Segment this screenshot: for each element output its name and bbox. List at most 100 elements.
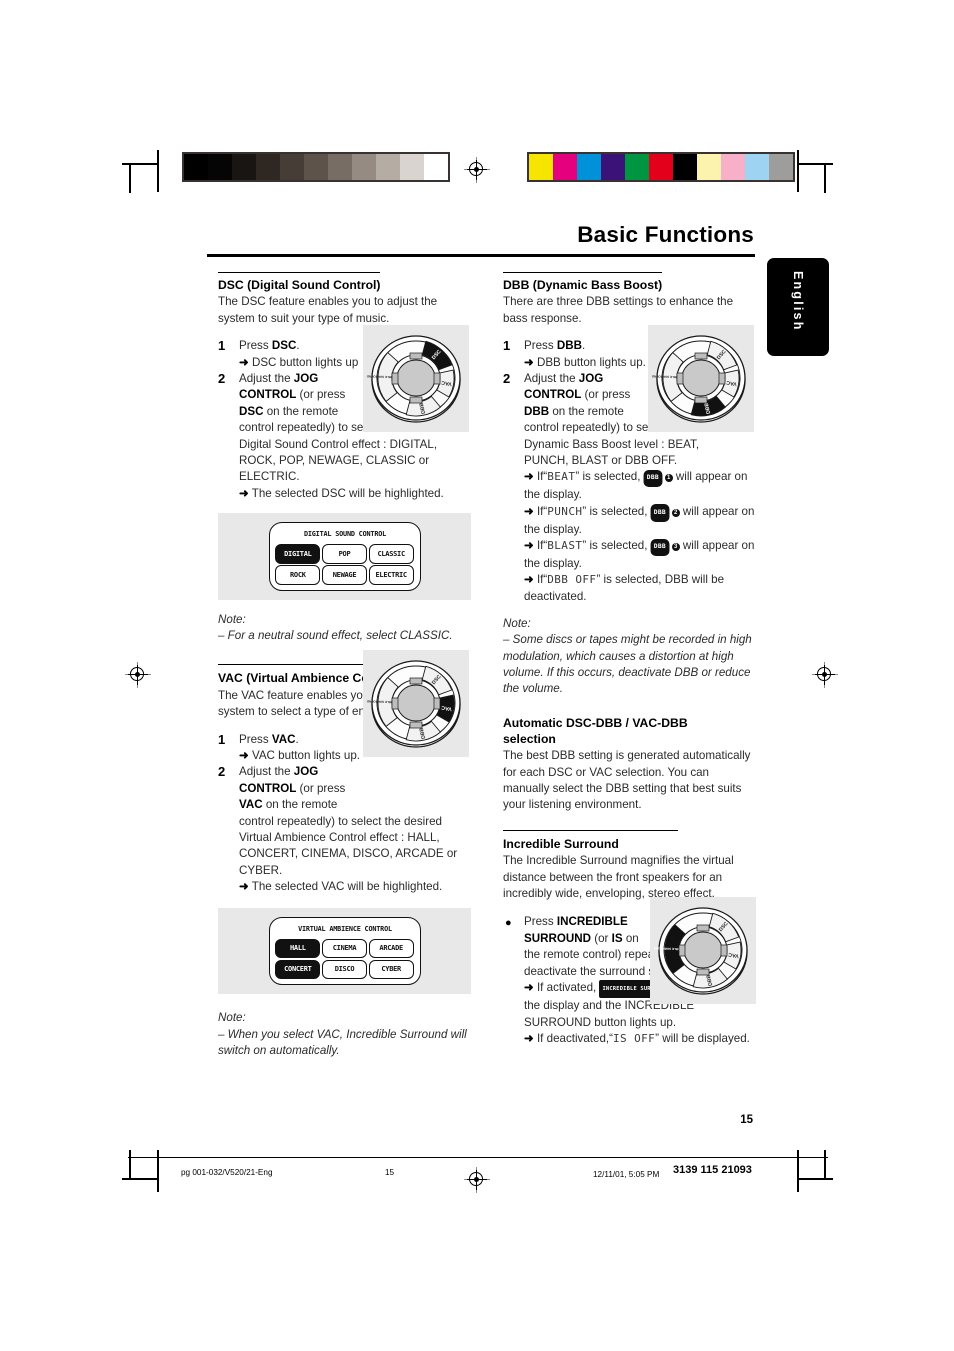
dsc-control-keyword: CONTROL <box>239 388 297 402</box>
footer-filename: pg 001-032/V520/21-Eng <box>181 1168 273 1177</box>
arrow-icon: ➜ <box>524 470 534 484</box>
jog-wheel-graphic: DSCVACDBBINCREDIBLE SURROUND <box>366 660 461 748</box>
dsc-note-text: – For a neutral sound effect, select CLA… <box>218 629 453 643</box>
vac-option-arcade[interactable]: ARCADE <box>368 938 414 958</box>
grayscale-swatch-9 <box>400 154 424 180</box>
surround-result-2-pre: If deactivated,“ <box>536 1032 613 1046</box>
bullet-icon: ● <box>505 917 512 930</box>
dsc-step-1-keyword: DSC <box>271 339 297 353</box>
auto-body: The best DBB setting is generated automa… <box>503 749 751 812</box>
grayscale-swatch-2 <box>232 154 256 180</box>
dbb-result-punch-mid: ” is selected, <box>582 504 651 518</box>
dsc-note-label: Note: <box>218 613 246 626</box>
vac-remote-keyword: VAC <box>239 798 263 812</box>
grayscale-swatch-4 <box>280 154 304 180</box>
arrow-icon: ➜ <box>239 880 249 894</box>
section-dbb: DBB (Dynamic Bass Boost) There are three… <box>503 272 756 605</box>
crop-mark-bottom-left-h <box>122 1178 158 1180</box>
arrow-icon: ➜ <box>239 355 249 369</box>
grayscale-swatch-0 <box>184 154 208 180</box>
surround-keyword-1: INCREDIBLE <box>556 915 628 929</box>
dbb-level-1-icon: 1 <box>664 474 673 483</box>
dbb-step-2-number: 2 <box>503 371 511 387</box>
jog-wheel-graphic: DSCVACDBBINCREDIBLE SURROUND <box>366 335 461 423</box>
dbb-step-2-text-a: Adjust the <box>524 372 579 386</box>
vac-display-row-1: HALL CINEMA ARCADE <box>275 938 415 958</box>
arrow-icon: ➜ <box>524 539 534 553</box>
dsc-display-header: DIGITAL SOUND CONTROL <box>303 529 386 539</box>
grayscale-swatch-5 <box>304 154 328 180</box>
dsc-step-1-text-a: Press <box>239 339 272 353</box>
dbb-level-2-icon: 2 <box>671 508 680 517</box>
dbb-step-1-number: 1 <box>503 338 511 354</box>
page-number: 15 <box>740 1114 753 1126</box>
registration-mark-top <box>464 157 490 183</box>
vac-control-keyword: CONTROL <box>239 781 297 795</box>
dbb-result-punch-lcd: PUNCH <box>547 504 583 518</box>
grayscale-swatch-6 <box>328 154 352 180</box>
surround-keyword-3: IS <box>611 931 623 945</box>
dsc-option-digital[interactable]: DIGITAL <box>275 544 321 564</box>
crop-mark-top-left-v2 <box>157 150 159 192</box>
dsc-note: Note: – For a neutral sound effect, sele… <box>218 612 471 644</box>
dbb-step-1-result: DBB button lights up. <box>536 355 646 369</box>
section-automatic-selection: Automatic DSC-DBB / VAC-DBB selection Th… <box>503 715 756 814</box>
dbb-result-blast-lcd: BLAST <box>547 539 583 553</box>
surround-result-2-lcd: IS OFF <box>613 1032 656 1046</box>
dsc-option-classic[interactable]: CLASSIC <box>368 544 414 564</box>
vac-step-1-keyword: VAC <box>271 732 296 746</box>
dsc-step-2-number: 2 <box>218 371 226 387</box>
dsc-option-pop[interactable]: POP <box>321 544 368 564</box>
footer-timestamp: 12/11/01, 5:05 PM <box>593 1170 660 1179</box>
color-swatch-1 <box>553 154 577 180</box>
surround-result-2-post: ” will be displayed. <box>655 1032 750 1046</box>
crop-mark-top-right-v <box>824 163 826 193</box>
dsc-step-1-text-b: . <box>296 339 300 353</box>
dbb-note-text: – Some discs or tapes might be recorded … <box>503 633 752 696</box>
dsc-step-2-text-c: on the remote <box>263 404 339 418</box>
arrow-icon: ➜ <box>524 504 534 518</box>
crop-mark-bottom-right-v <box>824 1150 826 1180</box>
vac-option-concert[interactable]: CONCERT <box>275 959 321 979</box>
auto-heading-line-1: Automatic DSC-DBB / VAC-DBB <box>503 716 688 731</box>
surround-step-mid-2: on <box>622 931 639 945</box>
grayscale-swatch-8 <box>376 154 400 180</box>
vac-display-row-2: CONCERT DISCO CYBER <box>275 959 415 979</box>
color-swatch-10 <box>769 154 793 180</box>
color-swatch-7 <box>697 154 721 180</box>
vac-step-2-text-c: on the remote <box>262 798 338 812</box>
jog-control-illustration-dsc: DSC VAC DBB INCREDIBLE SURROUND <box>363 325 469 432</box>
dsc-step-1-number: 1 <box>218 338 226 354</box>
vac-option-disco[interactable]: DISCO <box>321 959 368 979</box>
dbb-intro: There are three DBB settings to enhance … <box>503 295 734 325</box>
dsc-option-rock[interactable]: ROCK <box>275 565 321 585</box>
dbb-step-2-text-b: (or press <box>581 388 631 402</box>
grayscale-swatch-10 <box>424 154 448 180</box>
color-swatch-2 <box>577 154 601 180</box>
dsc-step-1-result: DSC button lights up <box>251 355 359 369</box>
vac-option-cinema[interactable]: CINEMA <box>321 938 368 958</box>
surround-step-text-a: Press <box>524 915 557 929</box>
dsc-step-2-result: The selected DSC will be highlighted. <box>251 486 444 500</box>
vac-step-1-text-a: Press <box>239 732 272 746</box>
dbb-step-2-rest-2: PUNCH, BLAST or DBB OFF. <box>524 454 678 468</box>
registration-mark-left <box>125 662 151 688</box>
dbb-result-beat-mid: ” is selected, <box>575 470 644 484</box>
vac-note-label: Note: <box>218 1011 246 1025</box>
surround-keyword-2: SURROUND <box>524 931 591 945</box>
color-swatch-0 <box>529 154 553 180</box>
dsc-jog-keyword: JOG <box>293 372 319 386</box>
crop-mark-top-right-v2 <box>797 150 799 192</box>
dbb-result-beat-pre: If“ <box>536 470 548 484</box>
dsc-step-2-text-a: Adjust the <box>239 372 294 386</box>
dsc-option-electric[interactable]: ELECTRIC <box>368 565 414 585</box>
dbb-step-2-text-c: on the remote <box>549 404 624 418</box>
arrow-icon: ➜ <box>524 573 534 587</box>
dsc-option-newage[interactable]: NEWAGE <box>321 565 368 585</box>
jog-wheel-graphic: DSCVACDBBINCREDIBLE SURROUND <box>651 335 746 423</box>
vac-option-hall[interactable]: HALL <box>275 938 321 958</box>
dbb-result-blast-pre: If“ <box>536 539 548 553</box>
dbb-heading: DBB (Dynamic Bass Boost) <box>503 272 663 293</box>
color-calibration-bar <box>527 152 795 182</box>
vac-option-cyber[interactable]: CYBER <box>368 959 414 979</box>
